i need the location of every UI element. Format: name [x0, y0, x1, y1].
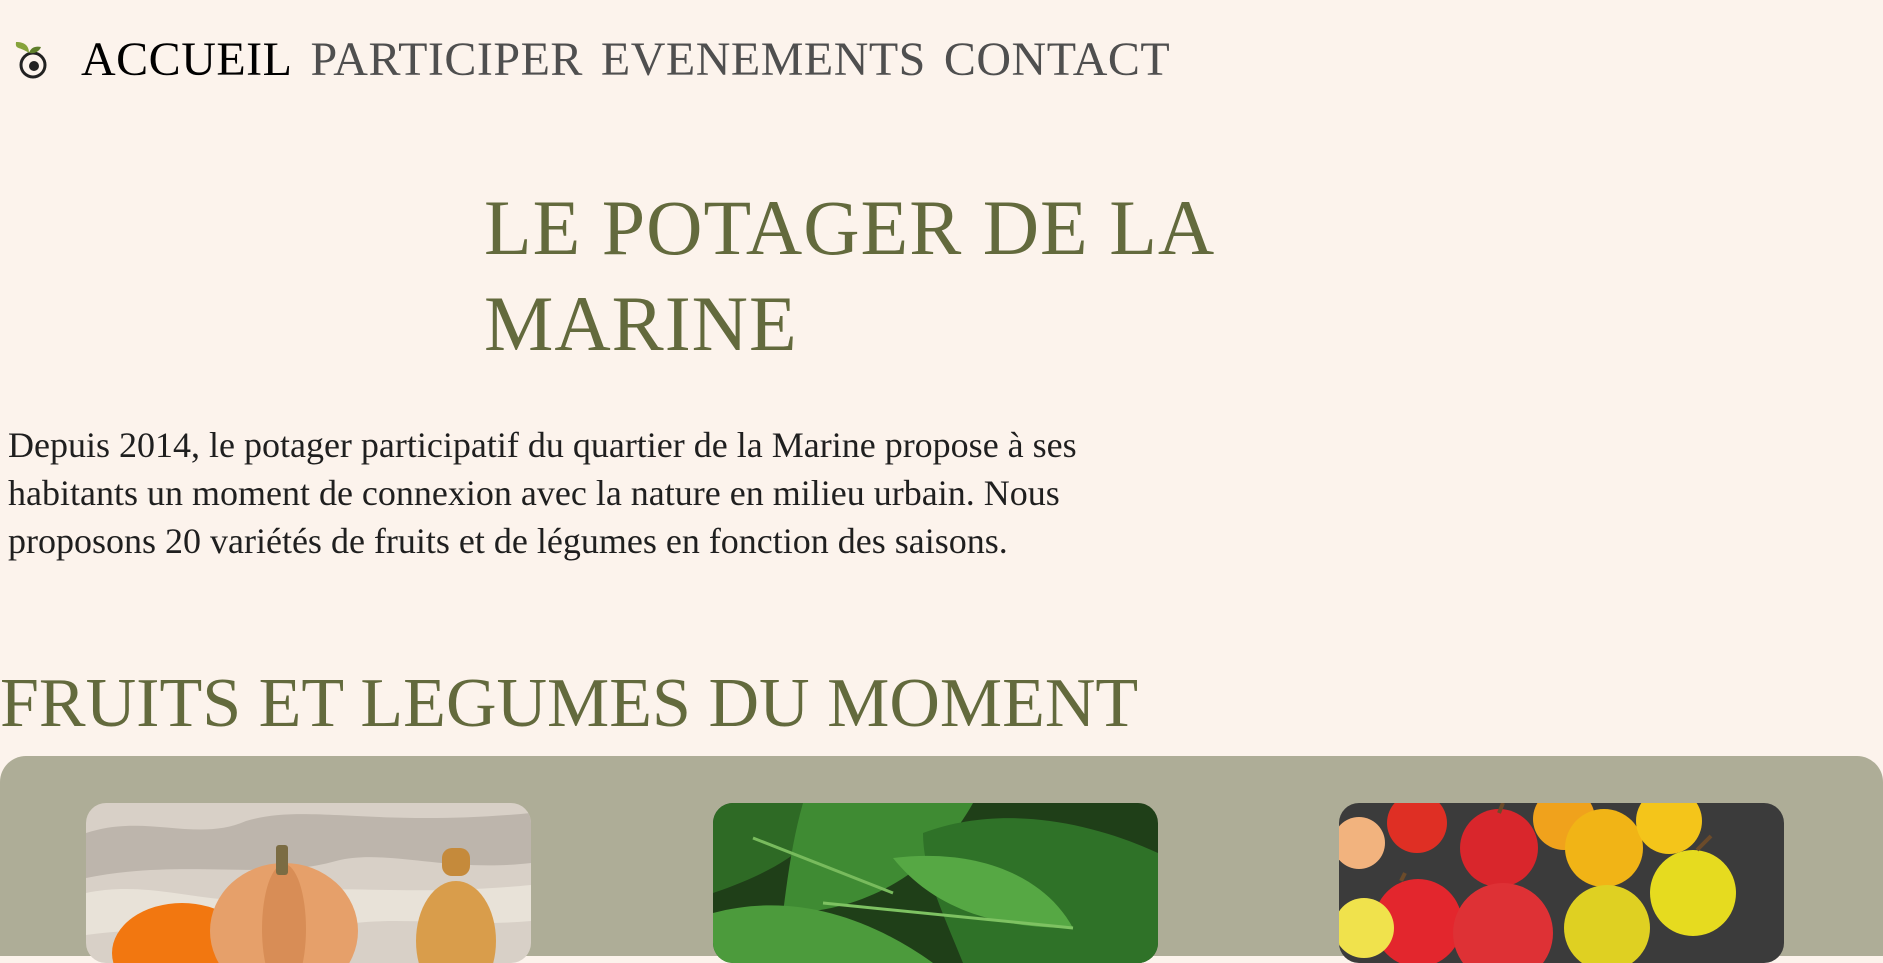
nav-link-participer[interactable]: PARTICIPER: [310, 30, 582, 90]
intro-text: Depuis 2014, le potager participatif du …: [8, 425, 1077, 561]
nav-link-contact[interactable]: CONTACT: [944, 30, 1170, 90]
pumpkins-image[interactable]: [86, 803, 531, 963]
spinach-image[interactable]: [713, 803, 1158, 963]
nav-link-evenements[interactable]: EVENEMENTS: [601, 30, 926, 90]
top-navigation: ACCUEIL PARTICIPER EVENEMENTS CONTACT: [0, 0, 1883, 120]
nav-link-accueil[interactable]: ACCUEIL: [81, 30, 292, 90]
sprout-icon[interactable]: [13, 40, 51, 80]
apples-image[interactable]: [1339, 803, 1784, 963]
page-title: LE POTAGER DE LA MARINE: [484, 184, 1211, 367]
nav-links: ACCUEIL PARTICIPER EVENEMENTS CONTACT: [81, 30, 1170, 90]
section-title: FRUITS ET LEGUMES DU MOMENT: [0, 665, 1139, 742]
